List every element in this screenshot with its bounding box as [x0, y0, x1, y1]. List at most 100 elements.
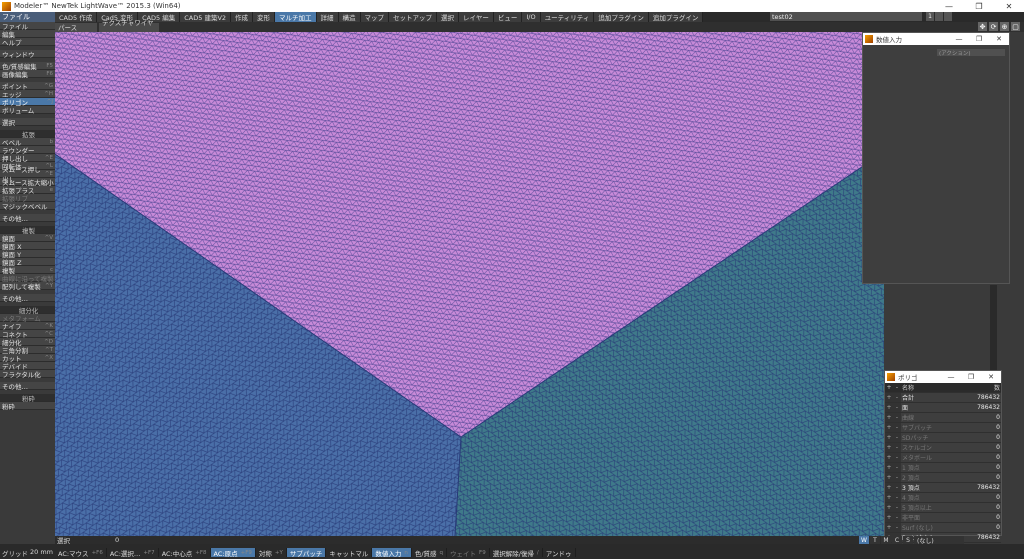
bottom-button[interactable]: キャットマル — [326, 548, 373, 558]
minimize-button[interactable]: — — [934, 0, 964, 12]
table-row[interactable]: + -2 頂点 0 — [885, 472, 1001, 483]
tab-14[interactable]: I/O — [522, 12, 541, 22]
bottom-button[interactable]: AC:中心点 +F8 — [159, 548, 211, 558]
bottom-button[interactable]: 選択解除/復帰 / — [490, 548, 543, 558]
table-row[interactable]: + - 非平面 0 — [885, 512, 1001, 523]
view-type-dropdown[interactable]: パース — [55, 22, 97, 32]
minimize-button[interactable]: — — [949, 35, 969, 43]
sidebar-item[interactable]: 配列して複製 ^Y — [0, 282, 55, 291]
close-button[interactable]: ✕ — [989, 35, 1009, 43]
minus-toggle[interactable]: - — [893, 422, 901, 433]
minus-toggle[interactable]: - — [893, 522, 901, 533]
table-row[interactable]: + - メタボール 0 — [885, 452, 1001, 463]
minus-toggle[interactable]: - — [893, 432, 901, 443]
minus-toggle[interactable]: - — [893, 482, 901, 493]
view-mode-c[interactable]: C — [892, 536, 902, 544]
tab-17[interactable]: 追加プラグイン — [648, 12, 704, 22]
table-row[interactable]: + - スケルゴン 0 — [885, 442, 1001, 453]
perspective-viewport[interactable] — [55, 32, 884, 536]
plus-toggle[interactable]: + — [885, 462, 893, 473]
layer-button[interactable] — [935, 12, 943, 21]
bottom-button[interactable]: 色/質感 q — [412, 548, 448, 558]
bottom-button[interactable]: AC:選択… +F7 — [107, 548, 159, 558]
plus-toggle[interactable]: + — [885, 422, 893, 433]
plus-toggle[interactable]: + — [885, 502, 893, 513]
table-row[interactable]: + - サブパッチ 0 — [885, 422, 1001, 433]
plus-toggle[interactable]: + — [885, 402, 893, 413]
tab-6[interactable]: マルチ加工 — [275, 12, 317, 22]
sidebar-item[interactable]: フラクタル化 — [0, 370, 55, 379]
bottom-button[interactable]: AC:原点 +F9 — [210, 548, 256, 558]
bottom-button[interactable]: アンドゥ — [543, 548, 576, 558]
tab-7[interactable]: 詳細 — [316, 12, 339, 22]
tab-4[interactable]: 作成 — [231, 12, 254, 22]
sidebar-item[interactable]: 選択 — [0, 118, 55, 127]
numeric-panel-header[interactable]: 数値入力 — ❐ ✕ — [863, 33, 1009, 45]
sidebar-item[interactable]: その他… — [0, 382, 55, 391]
table-row[interactable]: + - Surf (なし) 0 — [885, 522, 1001, 533]
view-mode-t[interactable]: T — [870, 536, 880, 544]
table-row[interactable]: + - 合計 786432 — [885, 392, 1001, 403]
tab-0[interactable]: CAD5 作成 — [55, 12, 98, 22]
rotate-view-icon[interactable]: ⟳ — [989, 22, 998, 31]
sidebar-item[interactable]: その他… — [0, 294, 55, 303]
plus-toggle[interactable]: + — [885, 482, 893, 493]
tab-16[interactable]: 追加プラグイン — [594, 12, 649, 22]
minus-toggle[interactable]: - — [893, 512, 901, 523]
move-view-icon[interactable]: ✥ — [978, 22, 987, 31]
maximize-button[interactable]: ❐ — [969, 35, 989, 43]
minus-toggle[interactable]: - — [893, 402, 901, 413]
table-row[interactable]: + -3 頂点 786432 — [885, 482, 1001, 493]
close-button[interactable]: ✕ — [981, 373, 1001, 381]
render-mode-dropdown[interactable]: テクスチャワイヤー — [99, 19, 159, 37]
bottom-button[interactable]: サブパッチ — [286, 548, 327, 558]
plus-toggle[interactable]: + — [885, 512, 893, 523]
tab-10[interactable]: セットアップ — [389, 12, 438, 22]
tab-5[interactable]: 変形 — [253, 12, 276, 22]
tab-3[interactable]: CAD5 建築V2 — [180, 12, 232, 22]
view-mode-s[interactable]: S — [903, 536, 913, 544]
tab-9[interactable]: マップ — [360, 12, 390, 22]
maximize-button[interactable]: ❐ — [964, 0, 994, 12]
tab-15[interactable]: ユーティリティ — [540, 12, 595, 22]
plus-toggle[interactable]: + — [885, 492, 893, 503]
close-button[interactable]: ✕ — [994, 0, 1024, 12]
sidebar-item[interactable]: 画像編集 F6 — [0, 70, 55, 79]
tab-12[interactable]: レイヤー — [459, 12, 494, 22]
bottom-button[interactable]: ウェイト F9 — [447, 548, 490, 558]
tab-8[interactable]: 構造 — [338, 12, 361, 22]
action-select[interactable]: (アクション) — [937, 49, 1005, 57]
scrollbar[interactable] — [990, 285, 997, 375]
tab-11[interactable]: 選択 — [437, 12, 460, 22]
plus-toggle[interactable]: + — [885, 412, 893, 423]
minus-toggle[interactable]: - — [893, 442, 901, 453]
plus-toggle[interactable]: + — [885, 472, 893, 483]
tab-13[interactable]: ビュー — [493, 12, 523, 22]
object-select[interactable]: test02 — [770, 12, 922, 21]
view-mode-w[interactable]: W — [859, 536, 869, 544]
plus-toggle[interactable]: + — [885, 432, 893, 443]
layer-button[interactable] — [944, 12, 952, 21]
bottom-button[interactable]: 対称 +Y — [256, 548, 287, 558]
zoom-view-icon[interactable]: ⊕ — [1000, 22, 1009, 31]
bottom-button[interactable]: AC:マウス +F6 — [55, 548, 107, 558]
minus-toggle[interactable]: - — [893, 472, 901, 483]
table-row[interactable]: + - 面 786432 — [885, 402, 1001, 413]
minus-toggle[interactable]: - — [893, 452, 901, 463]
minus-toggle[interactable]: - — [893, 462, 901, 473]
minimize-button[interactable]: — — [941, 373, 961, 381]
plus-toggle[interactable]: + — [885, 392, 893, 403]
poly-panel-header[interactable]: ポリゴ — ❐ ✕ — [885, 371, 1001, 383]
table-row[interactable]: + - 曲線 0 — [885, 412, 1001, 423]
minus-toggle[interactable]: - — [893, 502, 901, 513]
layer-button[interactable]: 1 — [926, 12, 934, 21]
plus-toggle[interactable]: + — [885, 522, 893, 533]
minus-toggle[interactable]: - — [893, 412, 901, 423]
sidebar-item[interactable]: その他… — [0, 214, 55, 223]
plus-toggle[interactable]: + — [885, 452, 893, 463]
table-row[interactable]: + -1 頂点 0 — [885, 462, 1001, 473]
maximize-button[interactable]: ❐ — [961, 373, 981, 381]
sidebar-item[interactable]: ヘルプ — [0, 38, 55, 47]
table-row[interactable]: + -4 頂点 0 — [885, 492, 1001, 503]
sidebar-item[interactable]: ボリューム — [0, 106, 55, 115]
